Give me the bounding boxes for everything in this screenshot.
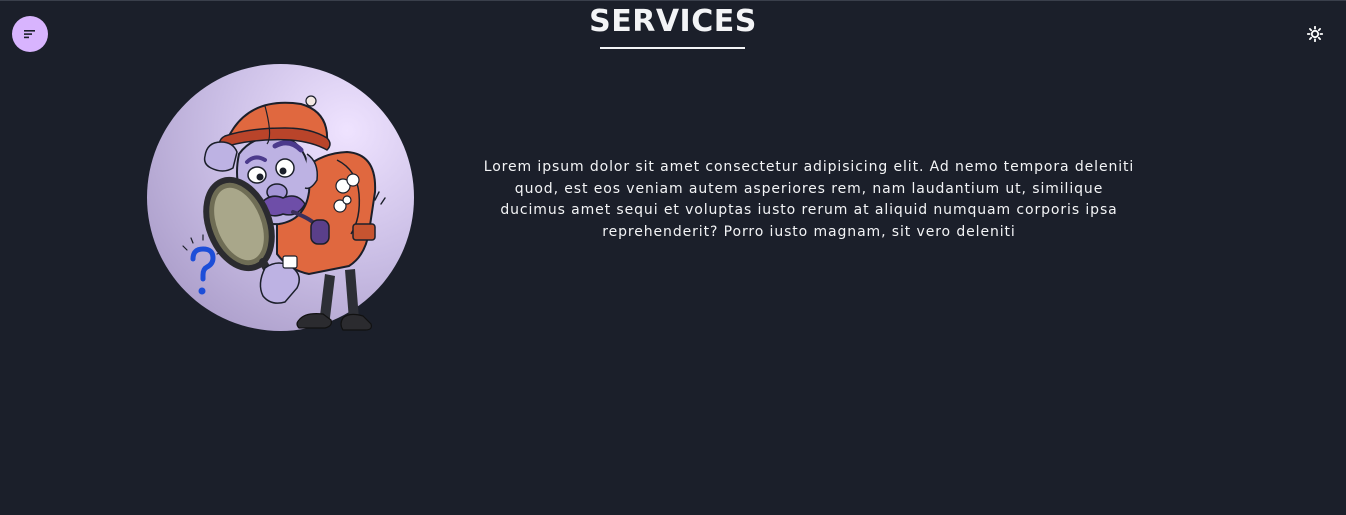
theme-toggle-button[interactable] — [1304, 23, 1326, 45]
page-title: SERVICES — [589, 4, 757, 39]
detective-illustration — [182, 95, 386, 331]
sun-icon — [1307, 26, 1323, 42]
title-underline — [600, 47, 745, 49]
services-page: SERVICES Lorem ipsum dolor sit amet cons… — [0, 0, 1346, 515]
services-description: Lorem ipsum dolor sit amet consectetur a… — [483, 159, 1135, 240]
